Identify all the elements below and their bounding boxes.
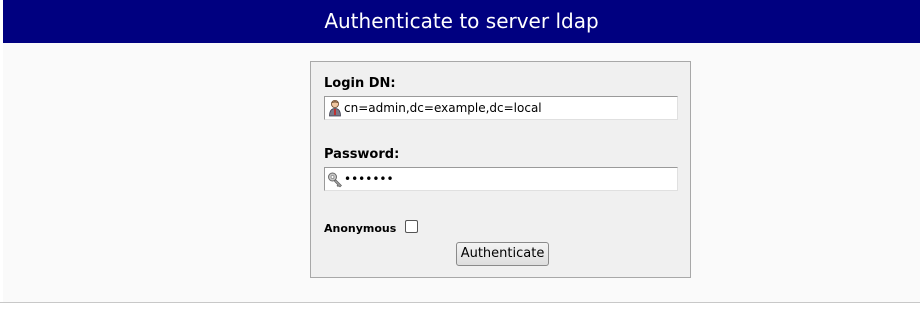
login-dn-field[interactable] [324, 96, 678, 120]
login-dn-label: Login DN: [324, 76, 396, 91]
user-icon [329, 100, 341, 117]
page-title: Authenticate to server ldap [3, 0, 920, 43]
login-form: Login DN: Password: Anonymous Authentica… [310, 61, 691, 278]
password-input[interactable] [343, 170, 664, 188]
authenticate-button[interactable]: Authenticate [456, 242, 549, 266]
bottom-divider [0, 302, 920, 303]
anonymous-label: Anonymous [324, 222, 397, 235]
password-label: Password: [324, 147, 400, 162]
login-dn-input[interactable] [343, 99, 664, 117]
anonymous-checkbox[interactable] [405, 220, 418, 233]
key-icon [328, 172, 342, 188]
password-field[interactable] [324, 167, 678, 191]
page: Authenticate to server ldap Login DN: Pa… [0, 0, 920, 312]
